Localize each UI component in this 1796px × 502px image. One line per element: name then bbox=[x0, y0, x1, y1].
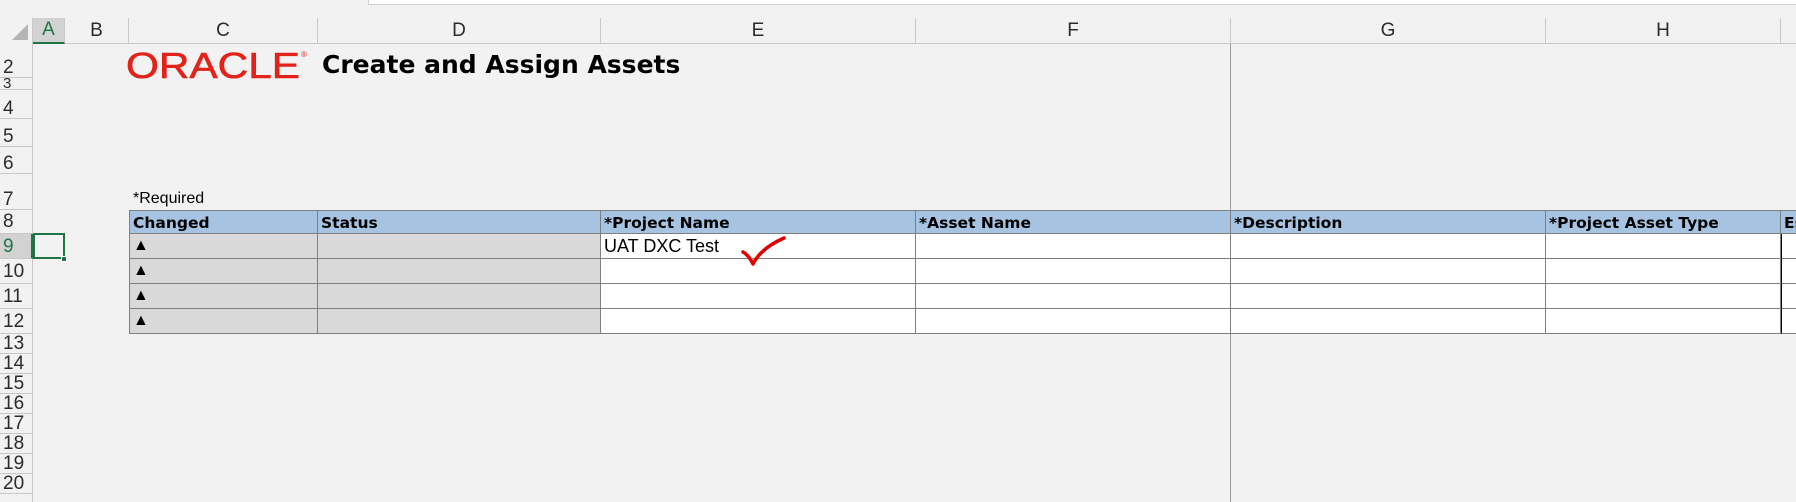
row-header-13[interactable]: 13 bbox=[0, 334, 33, 354]
changed-indicator-icon: ▲ bbox=[133, 237, 149, 254]
asset-name-cell[interactable] bbox=[916, 309, 1231, 334]
asset-name-cell[interactable] bbox=[916, 284, 1231, 309]
column-header-b[interactable]: B bbox=[65, 18, 129, 44]
header-status: Status bbox=[318, 210, 601, 234]
truncated-cell[interactable] bbox=[1781, 234, 1796, 259]
row-header-9[interactable]: 9 bbox=[0, 234, 33, 259]
changed-indicator-icon: ▲ bbox=[133, 262, 149, 279]
row-header-19[interactable]: 19 bbox=[0, 454, 33, 474]
select-all-triangle-icon bbox=[12, 24, 28, 40]
description-cell[interactable] bbox=[1231, 259, 1546, 284]
status-cell[interactable] bbox=[318, 309, 601, 334]
project-asset-type-cell[interactable] bbox=[1546, 259, 1781, 284]
status-cell[interactable] bbox=[318, 284, 601, 309]
description-cell[interactable] bbox=[1231, 234, 1546, 259]
checkmark-icon bbox=[741, 236, 786, 266]
description-cell[interactable] bbox=[1231, 284, 1546, 309]
project-name-cell[interactable] bbox=[601, 309, 916, 334]
asset-name-cell[interactable] bbox=[916, 234, 1231, 259]
required-note: *Required bbox=[133, 190, 205, 207]
column-header-h[interactable]: H bbox=[1546, 18, 1781, 44]
header-description: *Description bbox=[1231, 210, 1546, 234]
header-truncated: Es bbox=[1781, 210, 1796, 234]
row-header-17[interactable]: 17 bbox=[0, 414, 33, 434]
row-header-3[interactable]: 3 bbox=[0, 78, 33, 90]
truncated-cell[interactable] bbox=[1781, 284, 1796, 309]
row-header-4[interactable]: 4 bbox=[0, 90, 33, 119]
row-header-6[interactable]: 6 bbox=[0, 147, 33, 174]
description-cell[interactable] bbox=[1231, 309, 1546, 334]
column-header-d[interactable]: D bbox=[318, 18, 601, 44]
status-cell[interactable] bbox=[318, 259, 601, 284]
changed-cell[interactable]: ▲ bbox=[129, 284, 318, 309]
changed-indicator-icon: ▲ bbox=[133, 287, 149, 304]
header-asset-name: *Asset Name bbox=[916, 210, 1231, 234]
row-header-10[interactable]: 10 bbox=[0, 259, 33, 284]
row-header-16[interactable]: 16 bbox=[0, 394, 33, 414]
oracle-logo: ORACLE ® bbox=[126, 48, 307, 82]
header-project-name: *Project Name bbox=[601, 210, 916, 234]
truncated-cell[interactable] bbox=[1781, 309, 1796, 334]
page-title: Create and Assign Assets bbox=[322, 50, 681, 79]
project-asset-type-cell[interactable] bbox=[1546, 234, 1781, 259]
column-header-c[interactable]: C bbox=[129, 18, 318, 44]
asset-name-cell[interactable] bbox=[916, 259, 1231, 284]
project-asset-type-cell[interactable] bbox=[1546, 309, 1781, 334]
row-header-15[interactable]: 15 bbox=[0, 374, 33, 394]
column-header-a[interactable]: A bbox=[33, 18, 65, 44]
column-header-g[interactable]: G bbox=[1231, 18, 1546, 44]
column-header-e[interactable]: E bbox=[601, 18, 916, 44]
project-asset-type-cell[interactable] bbox=[1546, 284, 1781, 309]
row-header-18[interactable]: 18 bbox=[0, 434, 33, 454]
project-name-cell[interactable] bbox=[601, 284, 916, 309]
row-header-14[interactable]: 14 bbox=[0, 354, 33, 374]
column-header-f[interactable]: F bbox=[916, 18, 1231, 44]
row-header-2[interactable]: 2 bbox=[0, 44, 33, 78]
changed-cell[interactable]: ▲ bbox=[129, 309, 318, 334]
row-header-20[interactable]: 20 bbox=[0, 474, 33, 494]
row-header-8[interactable]: 8 bbox=[0, 210, 33, 234]
svg-text:®: ® bbox=[301, 50, 307, 59]
truncated-cell[interactable] bbox=[1781, 259, 1796, 284]
row-header-11[interactable]: 11 bbox=[0, 284, 33, 309]
formula-bar[interactable] bbox=[368, 0, 1796, 5]
row-header-12[interactable]: 12 bbox=[0, 309, 33, 334]
changed-cell[interactable]: ▲ bbox=[129, 259, 318, 284]
logo-text: ORACLE bbox=[126, 48, 300, 82]
header-changed: Changed bbox=[129, 210, 318, 234]
header-project-asset-type: *Project Asset Type bbox=[1546, 210, 1781, 234]
status-cell[interactable] bbox=[318, 234, 601, 259]
changed-cell[interactable]: ▲ bbox=[129, 234, 318, 259]
row-header-7[interactable]: 7 bbox=[0, 174, 33, 210]
changed-indicator-icon: ▲ bbox=[133, 312, 149, 329]
fill-handle[interactable] bbox=[61, 256, 67, 262]
row-header-5[interactable]: 5 bbox=[0, 119, 33, 147]
